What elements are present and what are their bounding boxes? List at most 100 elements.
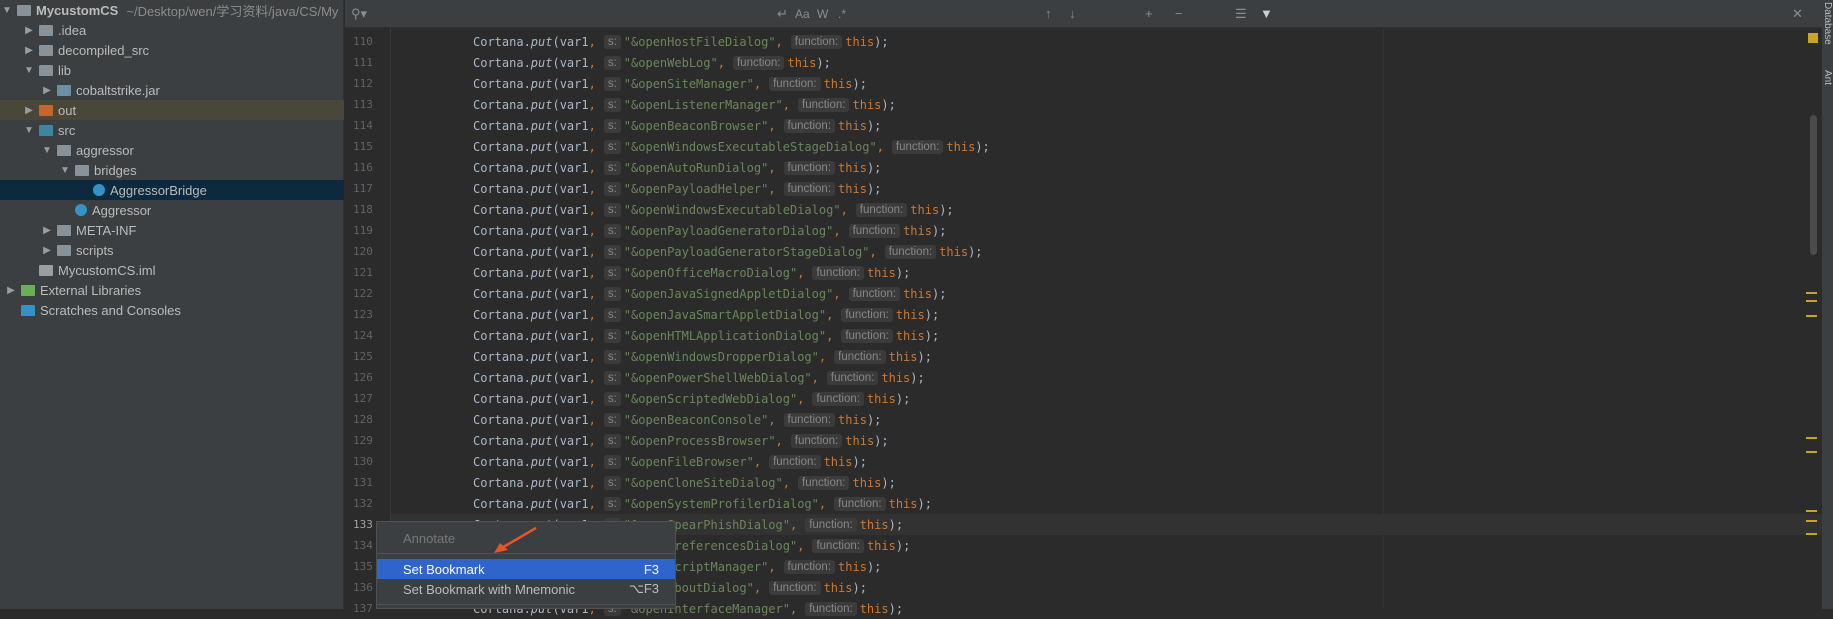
ant-tool-tab[interactable]: Ant <box>1822 70 1833 85</box>
code-line[interactable]: Cortana.put(var1, s: "&openSystemProfilerD… <box>473 493 932 514</box>
code-line[interactable]: Cortana.put(var1, s: "&openListenerManager… <box>473 94 896 115</box>
tree-item[interactable]: ▶ out <box>0 100 344 120</box>
line-number[interactable]: 115 <box>353 140 373 153</box>
expand-arrow-icon[interactable]: ▶ <box>22 45 36 56</box>
tree-item[interactable]: ▼ src <box>0 120 344 140</box>
code-line[interactable]: Cortana.put(var1, s: "&openWebLog", functio… <box>473 52 831 73</box>
code-line[interactable]: Cortana.put(var1, s: "&openProcessBrowser"… <box>473 430 889 451</box>
tree-item[interactable]: ▶ META-INF <box>0 220 344 240</box>
line-number[interactable]: 118 <box>353 203 373 216</box>
line-number[interactable]: 113 <box>353 98 373 111</box>
line-number[interactable]: 134 <box>353 539 373 552</box>
newline-icon[interactable]: ↵ <box>777 6 788 22</box>
search-icon[interactable]: ⚲▾ <box>351 6 367 22</box>
expand-arrow-icon[interactable]: ▼ <box>22 65 36 76</box>
close-icon[interactable]: ✕ <box>1792 6 1803 22</box>
expand-arrow-icon[interactable]: ▼ <box>40 145 54 156</box>
code-line[interactable]: Cortana.put(var1, s: "&openWindowsDropperD… <box>473 346 932 367</box>
line-number[interactable]: 133 <box>353 518 373 531</box>
inspection-status-icon[interactable] <box>1808 33 1818 43</box>
code-line[interactable]: Cortana.put(var1, s: "&openJavaSmartApplet… <box>473 304 939 325</box>
line-number[interactable]: 112 <box>353 77 373 90</box>
code-editor[interactable]: ⚲▾ Aa W .* ↵ ↑ ↓ + − ☰ ▼ ✕ 110 111 112 113 1… <box>345 0 1822 616</box>
stripe-mark[interactable] <box>1806 451 1817 453</box>
code-line[interactable]: Cortana.put(var1, s: "&openHTMLApplication… <box>473 325 939 346</box>
add-selection-icon[interactable]: + <box>1145 6 1153 21</box>
match-case-toggle[interactable]: Aa <box>795 7 810 21</box>
code-line[interactable]: Cortana.put(var1, s: "&openJavaSignedApple… <box>473 283 946 304</box>
line-number[interactable]: 111 <box>353 56 373 69</box>
tree-item[interactable]: ▼ aggressor <box>0 140 344 160</box>
stripe-mark[interactable] <box>1806 437 1817 439</box>
tree-root[interactable]: ▼ MycustomCS ~/Desktop/wen/学习资料/java/CS/… <box>0 0 344 20</box>
line-number[interactable]: 110 <box>353 35 373 48</box>
code-line[interactable]: Cortana.put(var1, s: "&openWindowsExecutab… <box>473 136 990 157</box>
line-number[interactable]: 136 <box>353 581 373 594</box>
line-number[interactable]: 123 <box>353 308 373 321</box>
regex-toggle[interactable]: .* <box>838 7 846 21</box>
code-line[interactable]: Cortana.put(var1, s: "&openOfficeMacroDial… <box>473 262 910 283</box>
line-number[interactable]: 125 <box>353 350 373 363</box>
expand-arrow-icon[interactable]: ▼ <box>58 165 72 176</box>
line-number[interactable]: 129 <box>353 434 373 447</box>
expand-arrow-icon[interactable]: ▼ <box>22 125 36 136</box>
expand-arrow-icon[interactable]: ▶ <box>22 25 36 36</box>
expand-arrow-icon[interactable]: ▶ <box>40 225 54 236</box>
previous-occurrence-icon[interactable]: ↑ <box>1045 6 1052 21</box>
code-line[interactable]: Cortana.put(var1, s: "&openPayloadHelper",… <box>473 178 881 199</box>
line-number[interactable]: 124 <box>353 329 373 342</box>
remove-selection-icon[interactable]: − <box>1175 6 1183 21</box>
code-line[interactable]: Cortana.put(var1, s: "&openPowerShellWebDi… <box>473 367 925 388</box>
scrollbar-thumb[interactable] <box>1810 115 1817 255</box>
code-line[interactable]: Cortana.put(var1, s: "&openAutoRunDialog",… <box>473 157 881 178</box>
stripe-mark[interactable] <box>1806 533 1817 535</box>
tree-item[interactable]: ▶ cobaltstrike.jar <box>0 80 344 100</box>
tree-item[interactable]: MycustomCS.iml <box>0 260 344 280</box>
line-number[interactable]: 128 <box>353 413 373 426</box>
tree-item[interactable]: ▶ decompiled_src <box>0 40 344 60</box>
expand-arrow-icon[interactable]: ▶ <box>40 85 54 96</box>
code-line[interactable]: Cortana.put(var1, s: "&openBeaconBrowser",… <box>473 115 881 136</box>
tree-item[interactable]: ▶ External Libraries <box>0 280 344 300</box>
menu-item-set-bookmark[interactable]: Set Bookmark F3 <box>377 559 675 579</box>
line-number[interactable]: 131 <box>353 476 373 489</box>
line-number[interactable]: 119 <box>353 224 373 237</box>
line-number[interactable]: 126 <box>353 371 373 384</box>
code-line[interactable]: Cortana.put(var1, s: "&openSiteManager", fu… <box>473 73 867 94</box>
line-number[interactable]: 130 <box>353 455 373 468</box>
line-number[interactable]: 121 <box>353 266 373 279</box>
code-line[interactable]: Cortana.put(var1, s: "&openBeaconConsole",… <box>473 409 881 430</box>
words-toggle[interactable]: W <box>817 7 828 21</box>
tree-item[interactable]: ▶ .idea <box>0 20 344 40</box>
code-line[interactable]: Cortana.put(var1, s: "&openPayloadGenerato… <box>473 220 946 241</box>
tree-item[interactable]: Scratches and Consoles <box>0 300 344 320</box>
line-number[interactable]: 122 <box>353 287 373 300</box>
tree-item[interactable]: ▼ lib <box>0 60 344 80</box>
line-number[interactable]: 135 <box>353 560 373 573</box>
expand-arrow-icon[interactable]: ▶ <box>40 245 54 256</box>
tree-item[interactable]: ▶ scripts <box>0 240 344 260</box>
menu-item-set-bookmark-mnemonic[interactable]: Set Bookmark with Mnemonic ⌥F3 <box>377 579 675 599</box>
line-number[interactable]: 116 <box>353 161 373 174</box>
code-line[interactable]: Cortana.put(var1, s: "&openPayloadGenerato… <box>473 241 983 262</box>
code-line[interactable]: Cortana.put(var1, s: "&openCloneSiteDialog… <box>473 472 896 493</box>
stripe-mark[interactable] <box>1806 300 1817 302</box>
expand-arrow-icon[interactable]: ▼ <box>0 5 14 16</box>
line-number[interactable]: 117 <box>353 182 373 195</box>
stripe-mark[interactable] <box>1806 315 1817 317</box>
code-line[interactable]: Cortana.put(var1, s: "&openHostFileDialog"… <box>473 31 889 52</box>
code-line[interactable]: Cortana.put(var1, s: "&openFileBrowser", fu… <box>473 451 867 472</box>
tree-item[interactable]: AggressorBridge <box>0 180 344 200</box>
tree-item[interactable]: ▼ bridges <box>0 160 344 180</box>
code-line[interactable]: Cortana.put(var1, s: "&openWindowsExecutab… <box>473 199 954 220</box>
line-number[interactable]: 114 <box>353 119 373 132</box>
stripe-mark[interactable] <box>1806 292 1817 294</box>
stripe-mark[interactable] <box>1806 510 1817 512</box>
expand-arrow-icon[interactable]: ▶ <box>4 285 18 296</box>
line-number[interactable]: 127 <box>353 392 373 405</box>
code-line[interactable]: Cortana.put(var1, s: "&openScriptedWebDial… <box>473 388 910 409</box>
filter-icon[interactable]: ▼ <box>1260 6 1273 21</box>
line-number[interactable]: 120 <box>353 245 373 258</box>
expand-arrow-icon[interactable]: ▶ <box>22 105 36 116</box>
filter-lines-icon[interactable]: ☰ <box>1235 6 1247 22</box>
